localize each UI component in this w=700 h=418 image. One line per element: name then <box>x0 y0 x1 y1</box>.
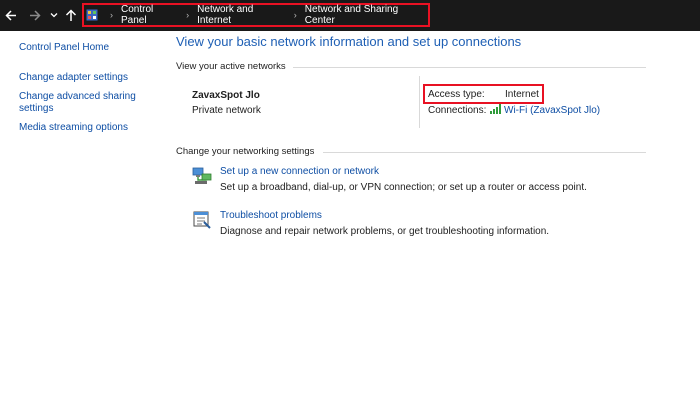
left-pane: Control Panel Home Change adapter settin… <box>19 42 149 134</box>
link-label: Change advanced sharing <box>19 91 136 102</box>
network-category: Private network <box>192 105 261 116</box>
access-type-label: Access type: <box>428 89 485 100</box>
network-setup-icon <box>192 166 212 186</box>
up-arrow-icon[interactable] <box>64 0 78 31</box>
wifi-signal-icon <box>490 104 502 117</box>
back-arrow-icon[interactable] <box>4 0 18 31</box>
setup-new-connection-link[interactable]: Set up a new connection or network <box>220 166 379 177</box>
network-name: ZavaxSpot Jlo <box>192 90 260 101</box>
address-bar: › Control Panel › Network and Internet ›… <box>0 0 700 31</box>
control-panel-home-link[interactable]: Control Panel Home <box>19 42 149 54</box>
breadcrumb[interactable]: › Control Panel › Network and Internet ›… <box>82 3 430 27</box>
connections-label: Connections: <box>428 105 487 116</box>
recent-locations-chevron-icon[interactable] <box>49 0 59 31</box>
breadcrumb-network-and-internet[interactable]: Network and Internet <box>197 4 288 26</box>
control-panel-icon <box>86 9 98 21</box>
networking-settings-heading: Change your networking settings <box>176 146 315 157</box>
breadcrumb-separator: › <box>110 10 113 20</box>
breadcrumb-separator: › <box>293 10 297 20</box>
troubleshoot-icon <box>192 210 212 230</box>
divider <box>293 67 646 68</box>
link-label: Change adapter settings <box>19 72 128 83</box>
link-label: settings <box>19 103 54 114</box>
wifi-connection-link[interactable]: Wi-Fi (ZavaxSpot Jlo) <box>490 104 600 117</box>
troubleshoot-problems-description: Diagnose and repair network problems, or… <box>220 226 550 237</box>
breadcrumb-control-panel[interactable]: Control Panel <box>121 4 180 26</box>
active-networks-heading: View your active networks <box>176 61 286 72</box>
breadcrumb-separator: › <box>186 10 190 20</box>
access-type-value: Internet <box>505 89 539 100</box>
link-label: Media streaming options <box>19 122 128 133</box>
forward-arrow-icon[interactable] <box>28 0 42 31</box>
page-title: View your basic network information and … <box>176 34 522 49</box>
divider <box>323 152 646 153</box>
divider <box>419 76 420 128</box>
change-advanced-sharing-settings-link[interactable]: Change advanced sharing settings <box>19 91 149 115</box>
setup-new-connection-description: Set up a broadband, dial-up, or VPN conn… <box>220 182 587 193</box>
change-adapter-settings-link[interactable]: Change adapter settings <box>19 72 149 84</box>
wifi-connection-label: Wi-Fi (ZavaxSpot Jlo) <box>504 105 601 116</box>
media-streaming-options-link[interactable]: Media streaming options <box>19 122 149 134</box>
breadcrumb-network-and-sharing-center[interactable]: Network and Sharing Center <box>305 4 428 26</box>
troubleshoot-problems-link[interactable]: Troubleshoot problems <box>220 210 322 221</box>
